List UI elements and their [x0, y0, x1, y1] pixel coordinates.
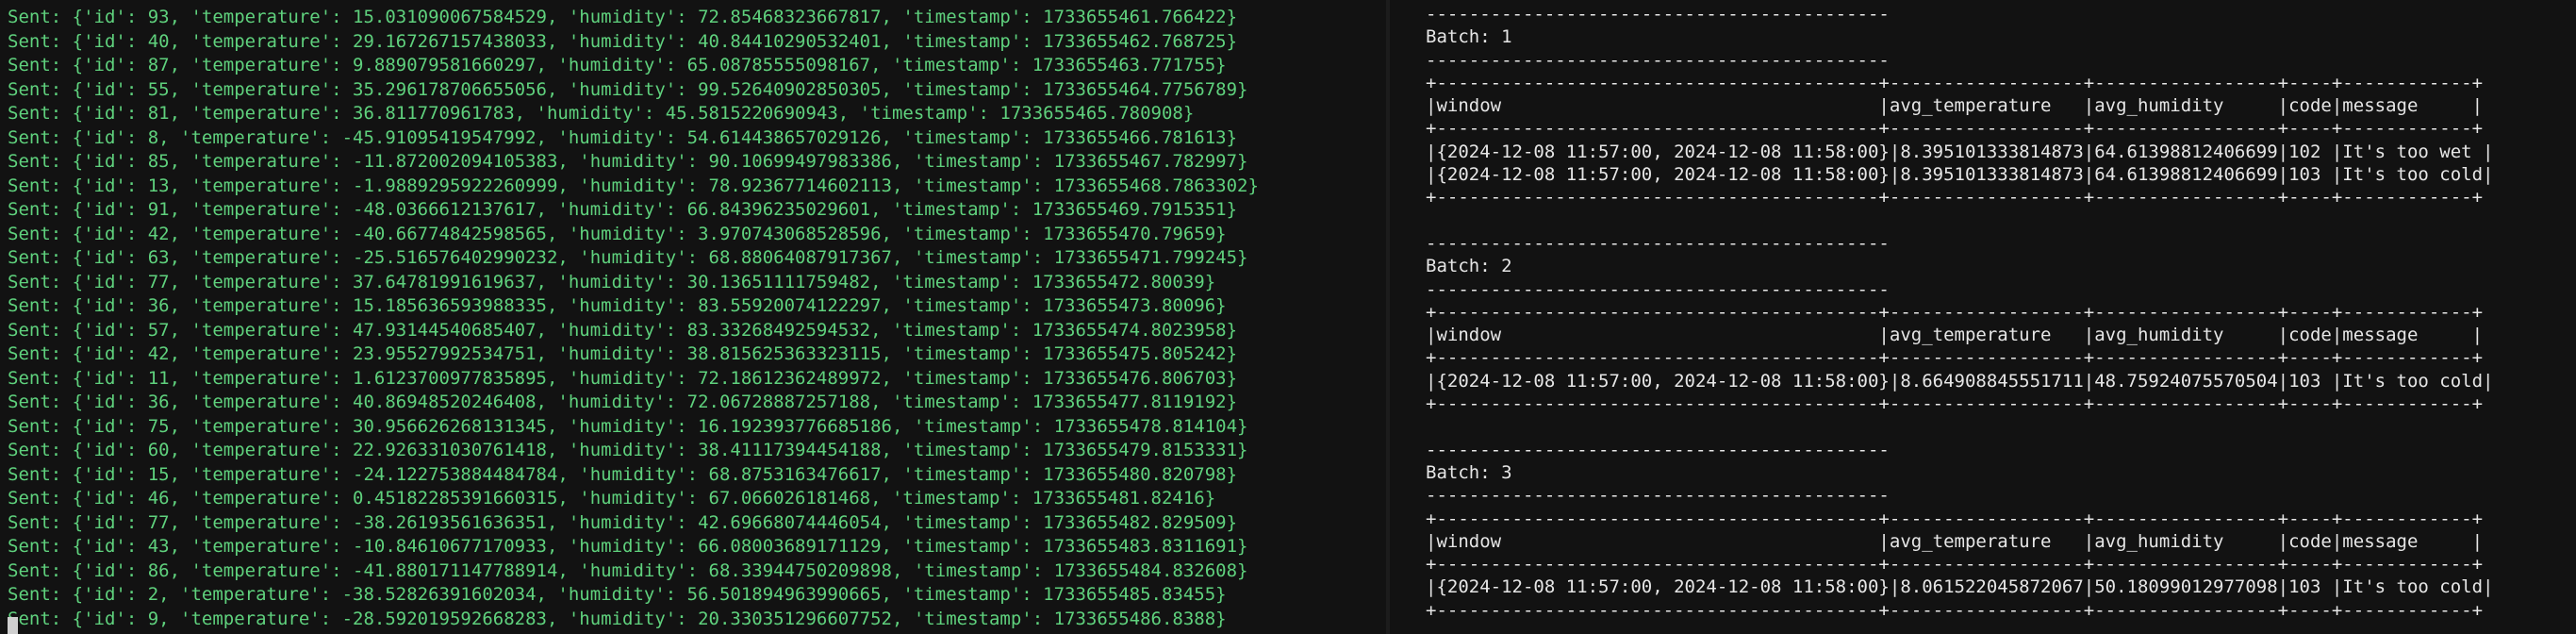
sent-log-line: Sent: {'id': 9, 'temperature': -28.59201… [8, 608, 1227, 629]
sent-log-line: Sent: {'id': 36, 'temperature': 15.18563… [8, 295, 1227, 316]
producer-terminal-pane[interactable]: Sent: {'id': 93, 'temperature': 15.03109… [0, 0, 1380, 634]
sent-log-line: Sent: {'id': 60, 'temperature': 22.92633… [8, 440, 1248, 460]
sent-log-line: Sent: {'id': 40, 'temperature': 29.16726… [8, 30, 1238, 52]
sent-log-line: Sent: {'id': 8, 'temperature': -45.91095… [8, 126, 1238, 148]
batch-output-line: |{2024-12-08 11:57:00, 2024-12-08 11:58:… [1426, 164, 2494, 186]
sent-log-line: Sent: {'id': 87, 'temperature': 9.889079… [8, 55, 1227, 75]
sent-log-line: Sent: {'id': 75, 'temperature': 30.95662… [8, 415, 1248, 437]
sent-log-line: Sent: {'id': 36, 'temperature': 40.86948… [8, 392, 1238, 412]
sent-log-line: Sent: {'id': 43, 'temperature': -10.8461… [8, 536, 1248, 557]
sent-log-line: Sent: {'id': 91, 'temperature': -48.0366… [8, 199, 1238, 220]
consumer-terminal-pane[interactable]: ----------------------------------------… [1397, 0, 2576, 634]
batch-output-line: +---------------------------------------… [1426, 508, 2484, 529]
batch-output-line: |window |avg_temperature |avg_humidity |… [1426, 95, 2484, 117]
sent-log-line: Sent: {'id': 13, 'temperature': -1.98892… [8, 175, 1259, 196]
sent-log-line: Sent: {'id': 11, 'temperature': 1.612370… [8, 367, 1238, 389]
batch-output-line [1426, 415, 2576, 438]
sent-log-line: Sent: {'id': 46, 'temperature': 0.451822… [8, 488, 1216, 509]
batch-output-line: |window |avg_temperature |avg_humidity |… [1426, 325, 2484, 346]
batch-output-line: +---------------------------------------… [1426, 393, 2484, 415]
batch-output-line: |window |avg_temperature |avg_humidity |… [1426, 530, 2484, 552]
batch-output-line: ----------------------------------------… [1426, 485, 1890, 507]
sent-log-line: Sent: {'id': 86, 'temperature': -41.8801… [8, 559, 1248, 581]
batch-output-line: +---------------------------------------… [1426, 347, 2484, 369]
batch-output-line: ----------------------------------------… [1426, 4, 1890, 25]
terminal-cursor [8, 615, 18, 634]
batch-output-line: Batch: 2 [1426, 256, 1512, 277]
sent-log-line: Sent: {'id': 55, 'temperature': 35.29617… [8, 78, 1248, 100]
batch-output-line: +---------------------------------------… [1426, 72, 2484, 93]
batch-output-line: ----------------------------------------… [1426, 278, 1890, 300]
batch-output-line: +---------------------------------------… [1426, 599, 2484, 621]
batch-output-line: ----------------------------------------… [1426, 232, 1890, 254]
sent-log-line: Sent: {'id': 77, 'temperature': 37.64781… [8, 271, 1216, 292]
batch-output-line: ----------------------------------------… [1426, 49, 1890, 71]
sent-log-line: Sent: {'id': 93, 'temperature': 15.03109… [8, 7, 1238, 27]
consumer-output: ----------------------------------------… [1397, 0, 2576, 622]
sent-log-line: Sent: {'id': 77, 'temperature': -38.2619… [8, 511, 1238, 533]
sent-log-line: Sent: {'id': 63, 'temperature': -25.5165… [8, 247, 1248, 268]
sent-log-line: Sent: {'id': 42, 'temperature': -40.6677… [8, 223, 1227, 244]
sent-log-line: Sent: {'id': 2, 'temperature': -38.52826… [8, 584, 1227, 605]
sent-log-line: Sent: {'id': 81, 'temperature': 36.81177… [8, 103, 1195, 124]
pane-divider[interactable] [1386, 0, 1390, 634]
batch-output-line: Batch: 3 [1426, 461, 1512, 483]
batch-output-line: |{2024-12-08 11:57:00, 2024-12-08 11:58:… [1426, 141, 2494, 162]
batch-output-line: |{2024-12-08 11:57:00, 2024-12-08 11:58:… [1426, 370, 2494, 392]
batch-output-line: ----------------------------------------… [1426, 439, 1890, 460]
sent-log-line: Sent: {'id': 42, 'temperature': 23.95527… [8, 343, 1238, 364]
batch-output-line: |{2024-12-08 11:57:00, 2024-12-08 11:58:… [1426, 576, 2494, 598]
sent-log-line: Sent: {'id': 57, 'temperature': 47.93144… [8, 319, 1238, 341]
batch-output-line [1426, 209, 2576, 232]
sent-log-line: Sent: {'id': 85, 'temperature': -11.8720… [8, 151, 1248, 172]
batch-output-line: Batch: 1 [1426, 26, 1512, 48]
batch-output-line: +---------------------------------------… [1426, 554, 2484, 576]
sent-log-line: Sent: {'id': 15, 'temperature': -24.1227… [8, 463, 1238, 485]
batch-output-line: +---------------------------------------… [1426, 301, 2484, 323]
batch-output-line: +---------------------------------------… [1426, 118, 2484, 140]
producer-output: Sent: {'id': 93, 'temperature': 15.03109… [0, 0, 1380, 634]
batch-output-line: +---------------------------------------… [1426, 187, 2484, 209]
